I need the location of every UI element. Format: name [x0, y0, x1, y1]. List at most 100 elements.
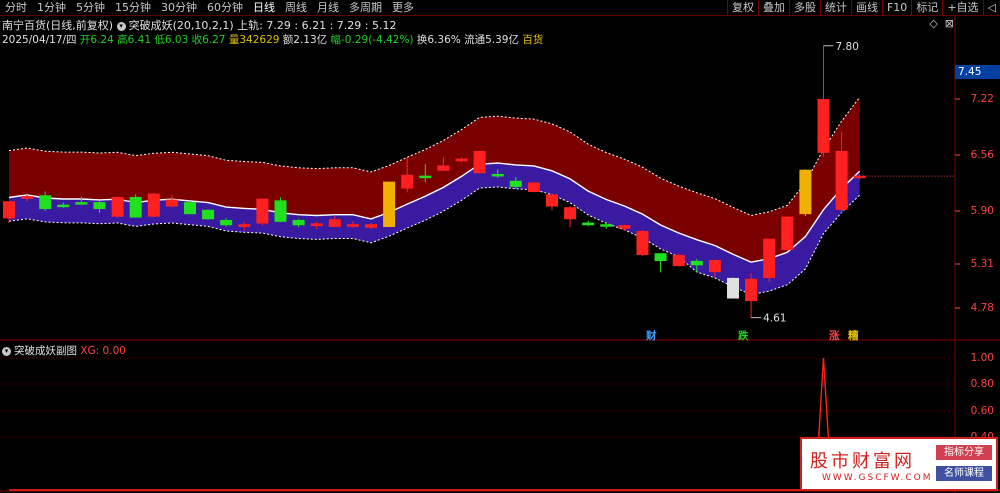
price-axis-label: 6.56	[970, 149, 994, 161]
price-axis-label: 5.31	[970, 258, 994, 270]
quote-amount: 额2.13亿	[282, 34, 328, 46]
tool-button-7[interactable]: +自选	[942, 0, 982, 15]
logo-main-text: 股市财富网	[810, 451, 915, 472]
tab-6[interactable]: 日线	[248, 0, 280, 15]
candle-body	[708, 260, 721, 273]
candle-body	[256, 198, 269, 224]
candle-body	[310, 223, 323, 227]
indicator-header: 南宁百货(日线,前复权) ▾ 突破成妖(20,10,2,1) 上轨: 7.29 :…	[2, 17, 396, 33]
tab-0[interactable]: 分时	[0, 0, 32, 15]
candle-body	[618, 225, 631, 229]
candle-body	[763, 238, 776, 279]
candle-body	[672, 254, 685, 267]
quote-volume: 量342629	[228, 34, 280, 46]
quote-close: 收6.27	[191, 34, 226, 46]
candle-body	[835, 150, 848, 210]
price-axis-label: 7.22	[970, 93, 994, 105]
price-axis-label: 5.90	[970, 205, 994, 217]
close-icon[interactable]: ⊠	[945, 17, 954, 30]
candle-body	[39, 195, 52, 210]
tab-4[interactable]: 30分钟	[156, 0, 202, 15]
candle-body	[473, 150, 486, 174]
candle-body	[564, 207, 577, 220]
sub-axis-label: 1.00	[970, 352, 994, 364]
candle-body	[817, 98, 830, 153]
sub-indicator-name[interactable]: 突破成妖副图	[14, 345, 77, 357]
candle-body	[202, 209, 215, 220]
tab-2[interactable]: 5分钟	[71, 0, 110, 15]
current-price-tag: 7.45	[955, 65, 1000, 79]
tool-buttons: 复权 叠加 多股 统计 画线 F10 标记 +自选 ◁	[726, 0, 1000, 15]
signal-label: 跌	[738, 330, 749, 342]
logo-tag-share: 指标分享	[936, 445, 992, 460]
candle-body	[419, 175, 432, 179]
tool-button-5[interactable]: F10	[881, 0, 911, 15]
low-label: 4.61	[763, 313, 786, 325]
candle-body	[582, 222, 595, 226]
tool-button-6[interactable]: 标记	[911, 0, 942, 15]
candle-body	[690, 260, 703, 266]
candle-body	[491, 173, 504, 177]
tool-button-2[interactable]: 多股	[788, 0, 820, 15]
upper-band-value: 上轨: 7.29	[237, 19, 291, 32]
tool-button-4[interactable]: 画线	[850, 0, 882, 15]
candlestick-chart[interactable]: 7.80 4.61	[0, 15, 1000, 493]
sub-axis-label: 0.60	[970, 405, 994, 417]
upper-band-fill	[9, 97, 860, 263]
tool-button-1[interactable]: 叠加	[757, 0, 789, 15]
candle-body	[509, 180, 522, 187]
diamond-icon[interactable]: ◇	[929, 17, 937, 30]
high-label: 7.80	[836, 41, 859, 53]
indicator-settings-icon[interactable]: ▾	[116, 21, 126, 31]
upper-band-value-2: : 7.29	[329, 19, 362, 32]
sub-axis-label: 0.80	[970, 378, 994, 390]
sub-indicator-value: XG: 0.00	[80, 345, 126, 357]
candle-body	[654, 253, 667, 262]
lower-band-value: : 5.12	[364, 19, 397, 32]
quote-info-line: 2025/04/17/四 开6.24 高6.41 低6.03 收6.27 量34…	[2, 32, 543, 47]
logo-url: WWW.GSCFW.COM	[822, 473, 933, 483]
tool-button-0[interactable]: 复权	[726, 0, 758, 15]
candle-body	[600, 224, 613, 227]
sub-indicator-settings-icon[interactable]: ▾	[2, 346, 11, 356]
corner-icons: ◇ ⊠	[929, 17, 954, 30]
candle-body	[75, 202, 88, 205]
logo-tag-course: 名师课程	[936, 466, 992, 481]
tab-9[interactable]: 多周期	[344, 0, 387, 15]
tab-8[interactable]: 月线	[312, 0, 344, 15]
candle-body	[546, 194, 558, 207]
signal-label: 涨	[829, 330, 840, 342]
quote-high: 高6.41	[117, 34, 152, 46]
quote-open: 开6.24	[79, 34, 114, 46]
candle-body	[111, 196, 124, 217]
gscfw-logo: 股市财富网 WWW.GSCFW.COM 指标分享 名师课程	[800, 437, 998, 491]
candle-body	[93, 202, 106, 210]
candle-body	[274, 200, 287, 222]
candle-body	[636, 231, 649, 256]
top-toolbar: 分时 1分钟 5分钟 15分钟 30分钟 60分钟 日线 周线 月线 多周期 更多 复权 叠加 多股 统计…	[0, 0, 1000, 16]
candle-body	[165, 199, 178, 207]
tool-button-3[interactable]: 统计	[819, 0, 851, 15]
period-label: (日线,前复权)	[46, 19, 114, 32]
tab-3[interactable]: 15分钟	[110, 0, 156, 15]
candle-body	[365, 224, 377, 228]
indicator-name[interactable]: 突破成妖	[129, 19, 173, 32]
quote-sector: 百货	[522, 34, 544, 46]
tab-10[interactable]: 更多	[387, 0, 419, 15]
tab-1[interactable]: 1分钟	[32, 0, 71, 15]
tab-5[interactable]: 60分钟	[202, 0, 248, 15]
candle-body	[184, 202, 196, 215]
indicator-params: (20,10,2,1)	[172, 19, 234, 32]
sub-indicator-header: ▾ 突破成妖副图 XG: 0.00	[2, 343, 126, 358]
candle-body	[129, 196, 142, 218]
quote-float: 流通5.39亿	[464, 34, 519, 46]
candle-body	[238, 224, 251, 227]
candle-body	[745, 278, 758, 302]
tool-button-8[interactable]: ◁	[982, 0, 1000, 15]
tab-7[interactable]: 周线	[280, 0, 312, 15]
candle-body	[147, 193, 160, 217]
candle-body	[21, 196, 34, 199]
candle-body	[220, 219, 233, 226]
candle-body	[853, 175, 866, 179]
candle-body	[383, 181, 396, 227]
